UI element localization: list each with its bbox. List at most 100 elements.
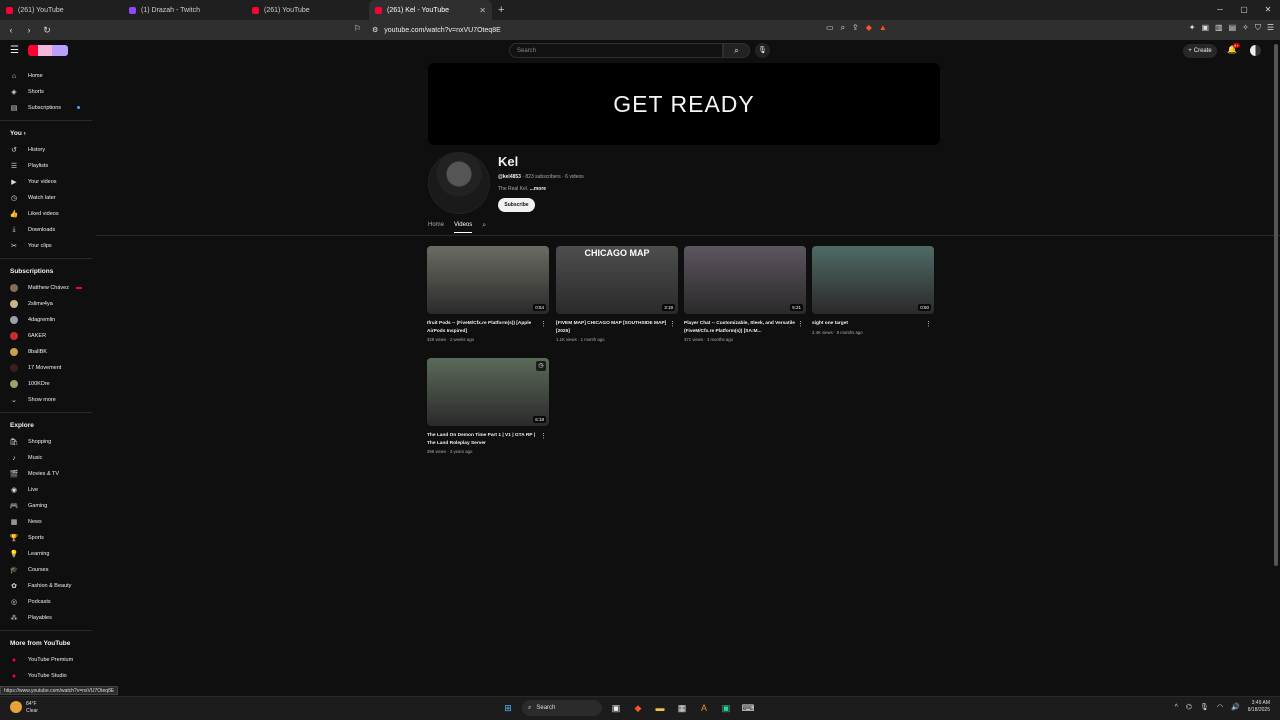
- sidebar-item-playables[interactable]: ⁂ Playables: [0, 610, 92, 626]
- sidebar-item-movies-tv[interactable]: 🎬 Movies & TV: [0, 466, 92, 482]
- more-actions-icon[interactable]: ⋮: [540, 320, 547, 328]
- sidebar-item-6aker[interactable]: 6AKER: [0, 328, 92, 344]
- video-card[interactable]: 0:54 Ifruit Pods -- (FiveM/Cfx.re Platfor…: [427, 246, 549, 342]
- sidebar-item-gaming[interactable]: 🎮 Gaming: [0, 498, 92, 514]
- brave-shields-icon[interactable]: ◆: [866, 23, 872, 33]
- vpn-icon[interactable]: ⛉: [1255, 23, 1261, 33]
- you-heading[interactable]: You ›: [10, 130, 26, 137]
- video-thumbnail[interactable]: 5:21: [684, 246, 806, 314]
- tray-chevron-icon[interactable]: ^: [1175, 704, 1178, 711]
- a-app-icon[interactable]: A: [696, 700, 712, 716]
- video-thumbnail[interactable]: 0:54: [427, 246, 549, 314]
- sidebar-item-home[interactable]: ⌂ Home: [0, 68, 92, 84]
- channel-description[interactable]: The Real Kel. ...more: [498, 186, 546, 192]
- sidebar-item-liked-videos[interactable]: 👍 Liked videos: [0, 206, 92, 222]
- sidebar-item-youtube-premium[interactable]: ● YouTube Premium: [0, 652, 92, 668]
- volume-icon[interactable]: 🔊: [1231, 703, 1240, 711]
- sidebar-toggle-icon[interactable]: ▥: [1215, 23, 1223, 33]
- taskbar-search[interactable]: ⌕ Search: [522, 700, 602, 716]
- search-button[interactable]: ⌕: [723, 43, 750, 58]
- sidebar-item-downloads[interactable]: ⤓ Downloads: [0, 222, 92, 238]
- back-icon[interactable]: ‹: [4, 25, 18, 35]
- browser-tab-active[interactable]: (261) Kel - YouTube ✕: [369, 0, 492, 20]
- more-actions-icon[interactable]: ⋮: [540, 432, 547, 440]
- share-icon[interactable]: ⇪: [852, 23, 859, 33]
- more-actions-icon[interactable]: ⋮: [925, 320, 932, 328]
- network-icon[interactable]: ⌬: [1186, 703, 1192, 711]
- more-from-youtube-heading[interactable]: More from YouTube: [10, 640, 70, 647]
- mic-tray-icon[interactable]: 🎙: [1200, 703, 1209, 711]
- video-card[interactable]: ◷ 6:18 The Land On Demon Time Part 1 | V1 …: [427, 358, 549, 454]
- taskview-icon[interactable]: ▣: [608, 700, 624, 716]
- sidebar-item-podcasts[interactable]: ◎ Podcasts: [0, 594, 92, 610]
- browser-tab[interactable]: (261) YouTube: [0, 0, 123, 20]
- file-explorer-icon[interactable]: ▬: [652, 700, 668, 716]
- voice-search-button[interactable]: 🎙: [755, 43, 770, 58]
- calendar-app-icon[interactable]: ▦: [674, 700, 690, 716]
- sidebar-item-17-movement[interactable]: 17 Movement: [0, 360, 92, 376]
- subscribe-button[interactable]: Subscribe: [498, 198, 535, 212]
- maximize-icon[interactable]: ▢: [1232, 0, 1256, 20]
- windows-start-icon[interactable]: ⊞: [500, 700, 516, 716]
- sidebar-item-history[interactable]: ↺ History: [0, 142, 92, 158]
- extensions-icon[interactable]: ✦: [1189, 23, 1196, 33]
- sidebar-item-show-more[interactable]: ⌄ Show more: [0, 392, 92, 408]
- sidebar-item-shopping[interactable]: 🛍 Shopping: [0, 434, 92, 450]
- sidebar-item-2slime4ya[interactable]: 2slime4ya: [0, 296, 92, 312]
- sidebar-item-sports[interactable]: 🏆 Sports: [0, 530, 92, 546]
- close-window-icon[interactable]: ✕: [1256, 0, 1280, 20]
- subscriptions-heading[interactable]: Subscriptions: [10, 268, 53, 275]
- hamburger-menu-icon[interactable]: ☰: [10, 45, 19, 56]
- sidebar-item-your-videos[interactable]: ▶ Your videos: [0, 174, 92, 190]
- video-title[interactable]: sight one target: [812, 320, 924, 328]
- sidebar-item-youtube-studio[interactable]: ● YouTube Studio: [0, 668, 92, 684]
- explore-heading[interactable]: Explore: [10, 422, 34, 429]
- page-scrollbar[interactable]: [1274, 44, 1278, 566]
- video-title[interactable]: [FIVEM MAP] CHICAGO MAP [SOUTHSIDE MAP] …: [556, 320, 668, 335]
- tab-home[interactable]: Home: [428, 222, 444, 233]
- sidebar-item-fashion-beauty[interactable]: ✿ Fashion & Beauty: [0, 578, 92, 594]
- sidebar-item-100kdre[interactable]: 100KDre: [0, 376, 92, 392]
- video-title[interactable]: Player Chat -- Customizable, Sleek, and …: [684, 320, 796, 335]
- sidebar-item-8ballbk[interactable]: 8ballBK: [0, 344, 92, 360]
- video-thumbnail[interactable]: ◷ 6:18: [427, 358, 549, 426]
- leo-icon[interactable]: ✧: [1242, 23, 1249, 33]
- brave-rewards-icon[interactable]: ▲: [879, 23, 887, 33]
- youtube-logo[interactable]: [28, 45, 68, 56]
- account-avatar[interactable]: [1250, 45, 1261, 56]
- create-button[interactable]: + Create: [1183, 44, 1217, 58]
- brave-browser-icon[interactable]: ◆: [630, 700, 646, 716]
- sidebar-item-shorts[interactable]: ◈ Shorts: [0, 84, 92, 100]
- menu-icon[interactable]: ☰: [1267, 23, 1274, 33]
- green-app-icon[interactable]: ▣: [718, 700, 734, 716]
- wallet-icon[interactable]: ▣: [1201, 23, 1209, 33]
- weather-widget[interactable]: 84°F Clear: [10, 701, 38, 715]
- tab-videos[interactable]: Videos: [454, 222, 473, 233]
- sidebar-item-watch-later[interactable]: ◷ Watch later: [0, 190, 92, 206]
- sidebar-item-your-clips[interactable]: ✂ Your clips: [0, 238, 92, 254]
- video-thumbnail[interactable]: CHICAGO MAP 3:19: [556, 246, 678, 314]
- search-input[interactable]: Search: [509, 43, 723, 58]
- video-title[interactable]: The Land On Demon Time Part 1 | V1 | GTA…: [427, 432, 539, 447]
- more-actions-icon[interactable]: ⋮: [797, 320, 804, 328]
- sidebar-item-matthew-ch-vez[interactable]: Matthew Chávez: [0, 280, 92, 296]
- video-card[interactable]: 0:50 sight one target 2.4K views · 8 month…: [812, 246, 934, 335]
- minimize-icon[interactable]: ─: [1208, 0, 1232, 20]
- video-title[interactable]: Ifruit Pods -- (FiveM/Cfx.re Platform(s)…: [427, 320, 539, 335]
- more-link[interactable]: ...more: [530, 186, 546, 192]
- terminal-icon[interactable]: ⌨: [740, 700, 756, 716]
- tab-search-icon[interactable]: ▤: [1229, 23, 1237, 33]
- sidebar-item-4dagremlin[interactable]: 4dagremlin: [0, 312, 92, 328]
- browser-tab[interactable]: (261) YouTube: [246, 0, 369, 20]
- more-actions-icon[interactable]: ⋮: [669, 320, 676, 328]
- new-tab-icon[interactable]: +: [498, 4, 504, 16]
- close-tab-icon[interactable]: ✕: [479, 6, 486, 15]
- video-card[interactable]: CHICAGO MAP 3:19 [FIVEM MAP] CHICAGO MAP […: [556, 246, 678, 342]
- watch-later-icon[interactable]: ◷: [536, 361, 546, 371]
- sidebar-item-learning[interactable]: 💡 Learning: [0, 546, 92, 562]
- cast-icon[interactable]: ▭: [826, 23, 834, 33]
- forward-icon[interactable]: ›: [22, 25, 36, 35]
- sidebar-item-subscriptions[interactable]: ▤ Subscriptions: [0, 100, 92, 116]
- sidebar-item-courses[interactable]: 🎓 Courses: [0, 562, 92, 578]
- channel-search-icon[interactable]: ⌕: [482, 222, 486, 233]
